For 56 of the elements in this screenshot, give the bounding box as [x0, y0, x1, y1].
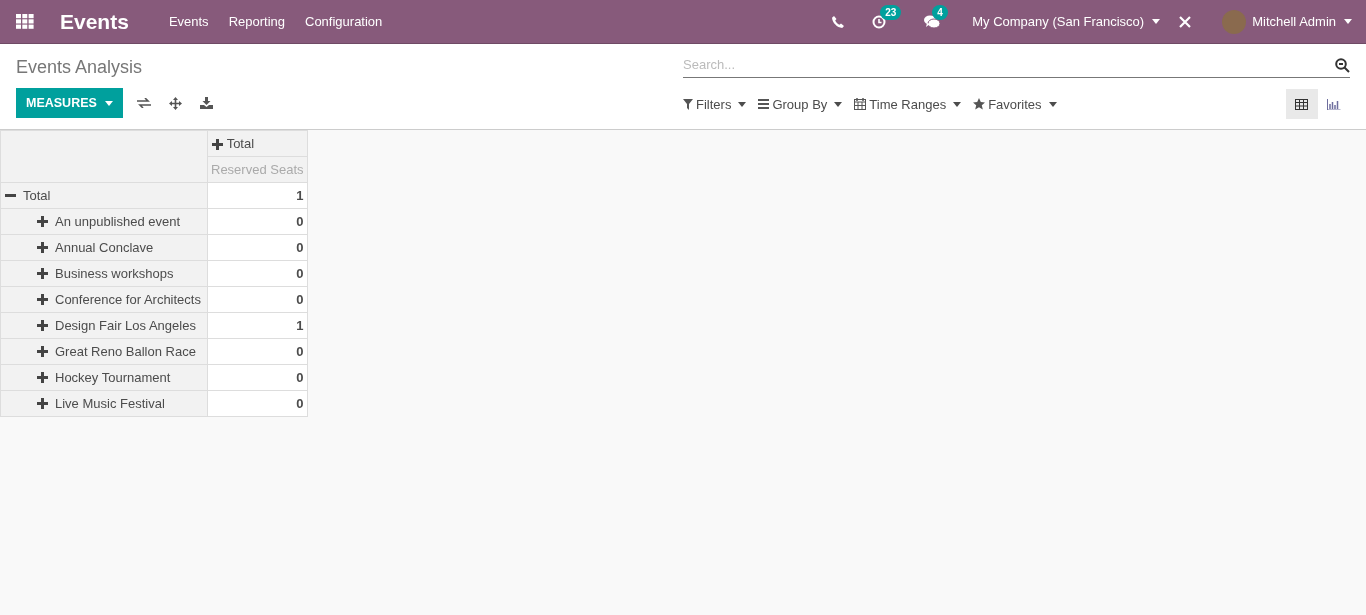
- pivot-view-button[interactable]: [1286, 89, 1318, 119]
- menu-item[interactable]: Events: [168, 14, 209, 29]
- calendar-icon: [854, 98, 867, 110]
- plus-icon[interactable]: [212, 138, 223, 150]
- filter-dropdown[interactable]: Filters: [683, 96, 747, 112]
- star-icon: [973, 98, 986, 110]
- company-switcher[interactable]: My Company (San Francisco): [972, 14, 1145, 29]
- funnel-icon: [683, 98, 693, 110]
- table-cell: 0: [207, 234, 307, 261]
- filter-dropdown[interactable]: Time Ranges: [854, 96, 962, 112]
- row-header[interactable]: Total: [23, 188, 51, 203]
- table-cell: 0: [207, 338, 307, 365]
- search-field[interactable]: Search...: [683, 52, 1350, 78]
- caret-icon: [953, 101, 962, 107]
- menu-item[interactable]: Configuration: [305, 14, 383, 29]
- download-icon[interactable]: [199, 97, 213, 109]
- list-icon: [758, 99, 770, 109]
- table-cell: 0: [207, 208, 307, 235]
- app-title: Events: [60, 9, 129, 34]
- plus-icon[interactable]: [37, 242, 48, 253]
- message-count-badge: 4: [932, 4, 948, 20]
- clock-icon[interactable]: [872, 14, 887, 29]
- measure-header: Reserved Seats: [207, 156, 307, 183]
- table-cell: 0: [207, 364, 307, 391]
- table-cell: 1: [207, 312, 307, 339]
- plus-icon[interactable]: [37, 398, 48, 409]
- plus-icon[interactable]: [37, 268, 48, 279]
- plus-icon[interactable]: [37, 216, 48, 227]
- phone-icon[interactable]: [832, 15, 845, 28]
- table-icon: [1295, 98, 1309, 110]
- caret-icon: [738, 101, 747, 107]
- menu-item[interactable]: Reporting: [228, 14, 285, 29]
- table-cell: 0: [207, 260, 307, 287]
- activity-count-badge: 23: [880, 4, 902, 20]
- plus-icon[interactable]: [37, 294, 48, 305]
- plus-icon[interactable]: [37, 320, 48, 331]
- user-menu[interactable]: Mitchell Admin: [1252, 14, 1336, 29]
- caret-icon: [1048, 101, 1057, 107]
- table-cell: 0: [207, 286, 307, 313]
- caret-icon: [1152, 19, 1161, 24]
- breadcrumb: Events Analysis: [16, 57, 144, 79]
- search-icon[interactable]: [1335, 58, 1350, 73]
- swap-icon[interactable]: [136, 98, 151, 108]
- caret-icon: [834, 101, 843, 107]
- column-header[interactable]: Total: [226, 136, 255, 152]
- filter-dropdown[interactable]: Group By: [758, 96, 843, 112]
- plus-icon[interactable]: [37, 346, 48, 357]
- caret-icon: [1344, 19, 1352, 24]
- expand-arrows-icon[interactable]: [168, 96, 182, 110]
- bar-chart-icon: [1327, 98, 1341, 110]
- table-cell: 1: [207, 182, 307, 209]
- table-cell: 0: [207, 390, 307, 417]
- app-grid-icon[interactable]: [16, 14, 34, 29]
- caret-icon: [104, 100, 113, 106]
- filter-dropdown[interactable]: Favorites: [973, 96, 1057, 112]
- plus-icon[interactable]: [37, 372, 48, 383]
